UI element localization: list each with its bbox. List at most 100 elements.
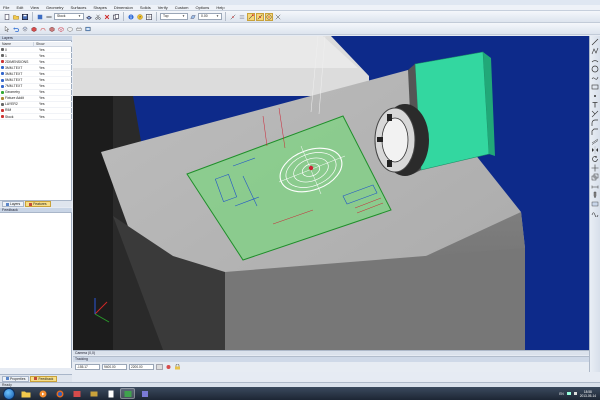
hidden-line-icon[interactable] bbox=[66, 25, 74, 33]
copy-icon[interactable] bbox=[112, 13, 120, 21]
layer-show-value[interactable]: Yes bbox=[35, 108, 45, 112]
menu-surfaces[interactable]: Surfaces bbox=[71, 5, 87, 10]
menu-shapes[interactable]: Shapes bbox=[93, 5, 107, 10]
trim-tool-icon[interactable] bbox=[591, 110, 599, 118]
polyline-tool-icon[interactable] bbox=[591, 47, 599, 55]
graphics-viewport[interactable] bbox=[73, 36, 589, 350]
column-header-show[interactable]: Show bbox=[34, 42, 44, 46]
layer-show-value[interactable]: Yes bbox=[35, 96, 45, 100]
clock[interactable]: 18:58 2013-05-14 bbox=[580, 390, 596, 398]
taskbar-explorer-icon[interactable] bbox=[18, 388, 33, 399]
layer-show-value[interactable]: Yes bbox=[35, 48, 45, 52]
circle-tool-icon[interactable] bbox=[591, 65, 599, 73]
layer-show-value[interactable]: Yes bbox=[35, 84, 45, 88]
line-style-icon[interactable] bbox=[45, 13, 53, 21]
tracking-lock-icon[interactable] bbox=[174, 364, 181, 370]
toolpath-icon[interactable] bbox=[39, 25, 47, 33]
taskbar-folder-icon[interactable] bbox=[86, 388, 101, 399]
taskbar-media-icon[interactable] bbox=[35, 388, 50, 399]
layers-stack-icon[interactable] bbox=[21, 25, 29, 33]
text-tool-icon[interactable] bbox=[591, 101, 599, 109]
layer-show-value[interactable]: Yes bbox=[35, 102, 45, 106]
menu-verify[interactable]: Verify bbox=[158, 5, 168, 10]
layer-icon[interactable] bbox=[85, 13, 93, 21]
taskbar-cad-icon[interactable] bbox=[120, 388, 135, 399]
menu-custom[interactable]: Custom bbox=[175, 5, 189, 10]
fillet-tool-icon[interactable] bbox=[591, 119, 599, 127]
layer-show-value[interactable]: Yes bbox=[35, 54, 45, 58]
snap-center-icon[interactable] bbox=[265, 12, 273, 21]
menu-solids[interactable]: Solids bbox=[140, 5, 151, 10]
info-icon[interactable] bbox=[127, 13, 135, 21]
grid-icon[interactable] bbox=[145, 13, 153, 21]
new-file-icon[interactable] bbox=[3, 13, 11, 21]
taskbar-app-icon[interactable] bbox=[69, 388, 84, 399]
spline-tool-icon[interactable] bbox=[591, 74, 599, 82]
pocket-tool-icon[interactable] bbox=[591, 200, 599, 208]
tab-layers[interactable]: Layers bbox=[2, 201, 25, 207]
layer-show-value[interactable]: Yes bbox=[35, 115, 45, 119]
layer-show-value[interactable]: Yes bbox=[35, 72, 45, 76]
snap-point-icon[interactable] bbox=[229, 13, 237, 21]
menu-options[interactable]: Options bbox=[196, 5, 210, 10]
plane-icon[interactable] bbox=[189, 13, 197, 21]
open-folder-icon[interactable] bbox=[12, 13, 20, 21]
taskbar-firefox-icon[interactable] bbox=[52, 388, 67, 399]
layer-show-value[interactable]: Yes bbox=[35, 66, 45, 70]
start-button[interactable] bbox=[3, 387, 15, 400]
rectangle-tool-icon[interactable] bbox=[591, 83, 599, 91]
tab-properties[interactable]: Properties bbox=[2, 375, 30, 382]
help-icon[interactable]: ? bbox=[136, 13, 144, 21]
cut-icon[interactable] bbox=[94, 13, 102, 21]
tab-feedback[interactable]: Feedback bbox=[30, 375, 58, 382]
layer-row[interactable]: Stock Yes bbox=[0, 114, 72, 121]
snap-mid-icon[interactable] bbox=[256, 12, 264, 21]
undo-icon[interactable] bbox=[12, 25, 20, 33]
profile-tool-icon[interactable] bbox=[591, 209, 599, 217]
menu-dimension[interactable]: Dimension bbox=[114, 5, 133, 10]
tracking-z-field[interactable]: 2200.00 bbox=[129, 364, 154, 370]
line-tool-icon[interactable] bbox=[591, 38, 599, 46]
volume-icon[interactable] bbox=[573, 392, 577, 395]
taskbar-tool-icon[interactable] bbox=[137, 388, 152, 399]
point-tool-icon[interactable] bbox=[591, 92, 599, 100]
drill-tool-icon[interactable] bbox=[591, 191, 599, 199]
shade-icon[interactable] bbox=[48, 25, 56, 33]
select-arrow-icon[interactable] bbox=[3, 25, 11, 33]
mirror-tool-icon[interactable] bbox=[591, 146, 599, 154]
menu-help[interactable]: Help bbox=[216, 5, 224, 10]
layer-show-value[interactable]: Yes bbox=[35, 60, 45, 64]
menu-view[interactable]: View bbox=[30, 5, 39, 10]
stock-display-icon[interactable] bbox=[30, 25, 38, 33]
offset-tool-icon[interactable] bbox=[591, 137, 599, 145]
menu-file[interactable]: File bbox=[3, 5, 9, 10]
tracking-snap-icon[interactable] bbox=[165, 364, 172, 370]
material-select[interactable]: Stock ▼ bbox=[54, 13, 84, 20]
snap-intersect-icon[interactable] bbox=[274, 13, 282, 21]
snap-end-icon[interactable] bbox=[247, 12, 255, 21]
wireframe-icon[interactable] bbox=[57, 25, 65, 33]
column-header-name[interactable]: Name bbox=[0, 42, 34, 46]
network-icon[interactable] bbox=[566, 392, 571, 395]
save-icon[interactable] bbox=[21, 13, 29, 21]
tab-features[interactable]: Features bbox=[25, 201, 51, 207]
view-select[interactable]: Top ▼ bbox=[160, 13, 188, 20]
tracking-mode-icon[interactable] bbox=[156, 364, 163, 370]
zoom-select[interactable]: 0.00 ▼ bbox=[198, 13, 222, 20]
tracking-x-field[interactable]: -155.17 bbox=[75, 364, 100, 370]
chamfer-tool-icon[interactable] bbox=[591, 128, 599, 136]
menu-edit[interactable]: Edit bbox=[16, 5, 23, 10]
language-indicator[interactable]: EN bbox=[559, 392, 563, 396]
color-swatch-icon[interactable] bbox=[36, 13, 44, 21]
dimension-tool-icon[interactable] bbox=[591, 182, 599, 190]
layer-show-value[interactable]: Yes bbox=[35, 90, 45, 94]
layer-show-value[interactable]: Yes bbox=[35, 78, 45, 82]
menu-geometry[interactable]: Geometry bbox=[46, 5, 64, 10]
fixture-icon[interactable] bbox=[75, 25, 83, 33]
rotate-tool-icon[interactable] bbox=[591, 155, 599, 163]
snap-grid-icon[interactable] bbox=[238, 13, 246, 21]
scale-tool-icon[interactable] bbox=[591, 173, 599, 181]
machine-view-icon[interactable] bbox=[84, 25, 92, 33]
move-tool-icon[interactable] bbox=[591, 164, 599, 172]
taskbar-document-icon[interactable] bbox=[103, 388, 118, 399]
